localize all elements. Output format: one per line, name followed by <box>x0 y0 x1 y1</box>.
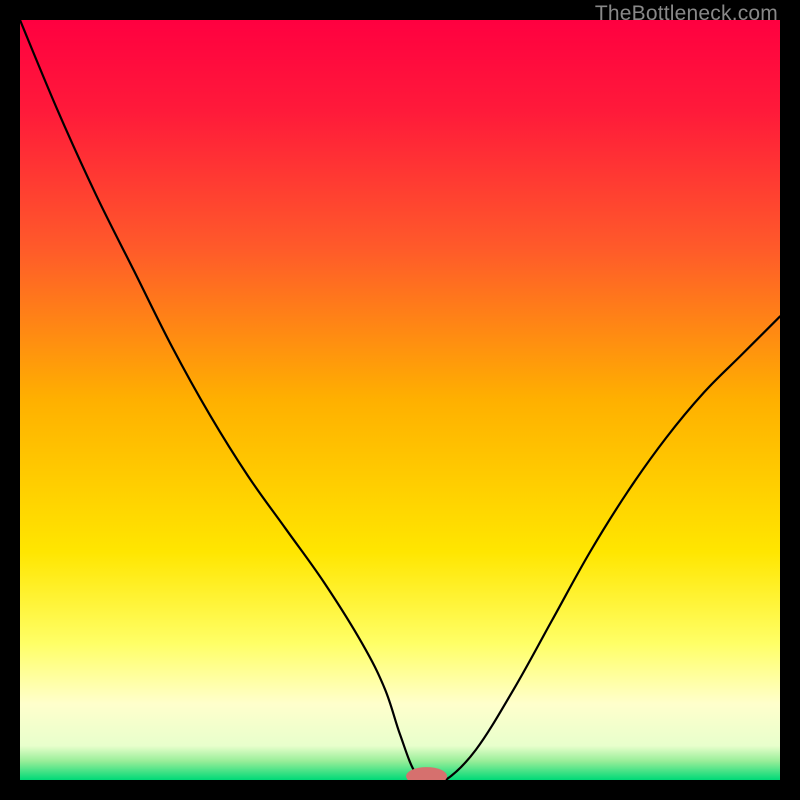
watermark-text: TheBottleneck.com <box>595 2 778 26</box>
gradient-background <box>20 20 780 780</box>
plot-area <box>20 20 780 780</box>
chart-frame: TheBottleneck.com <box>0 0 800 800</box>
bottleneck-chart <box>20 20 780 780</box>
